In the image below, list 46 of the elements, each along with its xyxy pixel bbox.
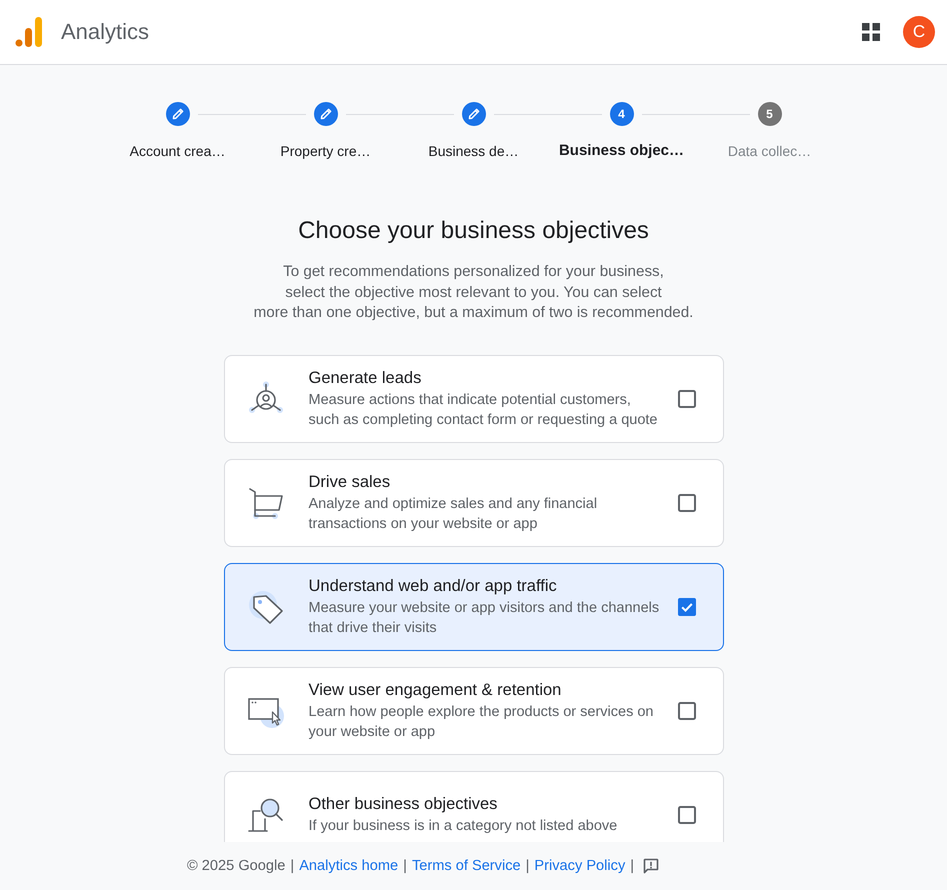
objective-description: Measure your website or app visitors and the channels that drive their visits bbox=[308, 598, 660, 638]
footer-separator: | bbox=[290, 858, 294, 874]
checkbox[interactable] bbox=[678, 390, 696, 408]
objective-title: Drive sales bbox=[308, 472, 390, 492]
step-number: 4 bbox=[610, 102, 634, 126]
checkbox[interactable] bbox=[678, 598, 696, 616]
objective-card[interactable]: Drive sales Analyze and optimize sales and any financial transactions on your website or app bbox=[224, 458, 724, 546]
step-label: Account crea… bbox=[130, 142, 226, 161]
step-label: Business de… bbox=[428, 142, 519, 161]
checkbox[interactable] bbox=[678, 806, 696, 824]
magnifier-document-icon bbox=[248, 796, 284, 832]
step-label: Business objec… bbox=[558, 141, 684, 161]
footer-link[interactable]: Privacy Policy bbox=[534, 858, 626, 874]
pencil-icon[interactable] bbox=[166, 102, 190, 126]
step-label: Property cre… bbox=[280, 142, 371, 161]
footer-separator: | bbox=[630, 858, 634, 874]
footer-link[interactable]: Terms of Service bbox=[412, 858, 521, 874]
footer-link[interactable]: Analytics home bbox=[299, 858, 398, 874]
objective-card[interactable]: Other business objectives If your business is in a category not listed above bbox=[224, 770, 724, 842]
objective-title: View user engagement & retention bbox=[308, 680, 562, 700]
objective-card[interactable]: Generate leads Measure actions that indicate potential customers, such as completing contact form or requesting a quote bbox=[224, 354, 724, 442]
bar-chart-logo-icon bbox=[15, 17, 42, 47]
checkbox[interactable] bbox=[678, 494, 696, 512]
speech-bubble-icon[interactable] bbox=[643, 858, 660, 874]
description-text: To get recommendations personalized for your business, select the objective most relevant to you. You can select more than one objective, but a maximum of two is recommended. bbox=[254, 262, 694, 323]
objective-description: Measure actions that indicate potential customers, such as completing contact form or requesting a quote bbox=[308, 390, 658, 430]
objective-description: Analyze and optimize sales and any financial transactions on your website or app bbox=[308, 494, 598, 534]
objective-title: Understand web and/or app traffic bbox=[308, 576, 557, 596]
footer-separator: | bbox=[403, 858, 407, 874]
page-heading: Choose your business objectives bbox=[298, 217, 649, 245]
objective-title: Other business objectives bbox=[308, 794, 498, 814]
objective-description: If your business is in a category not listed above bbox=[308, 816, 618, 836]
apps-grid-icon[interactable] bbox=[862, 23, 880, 41]
objective-card[interactable]: Understand web and/or app traffic Measure your website or app visitors and the channels that drive their visits bbox=[224, 562, 724, 650]
objective-title: Generate leads bbox=[308, 368, 422, 388]
objective-card[interactable]: View user engagement & retention Learn how people explore the products or services on your website or app bbox=[224, 666, 724, 754]
copyright-text: © 2025 Google bbox=[187, 858, 286, 874]
pencil-icon[interactable] bbox=[314, 102, 338, 126]
checkbox[interactable] bbox=[678, 702, 696, 720]
step-number: 5 bbox=[758, 102, 782, 126]
app-title: Analytics bbox=[61, 19, 150, 45]
objective-description: Learn how people explore the products or services on your website or app bbox=[308, 702, 654, 742]
step-label: Data collec… bbox=[728, 142, 812, 161]
footer-separator: | bbox=[526, 858, 530, 874]
pencil-icon[interactable] bbox=[462, 102, 486, 126]
tag-icon bbox=[248, 588, 284, 624]
